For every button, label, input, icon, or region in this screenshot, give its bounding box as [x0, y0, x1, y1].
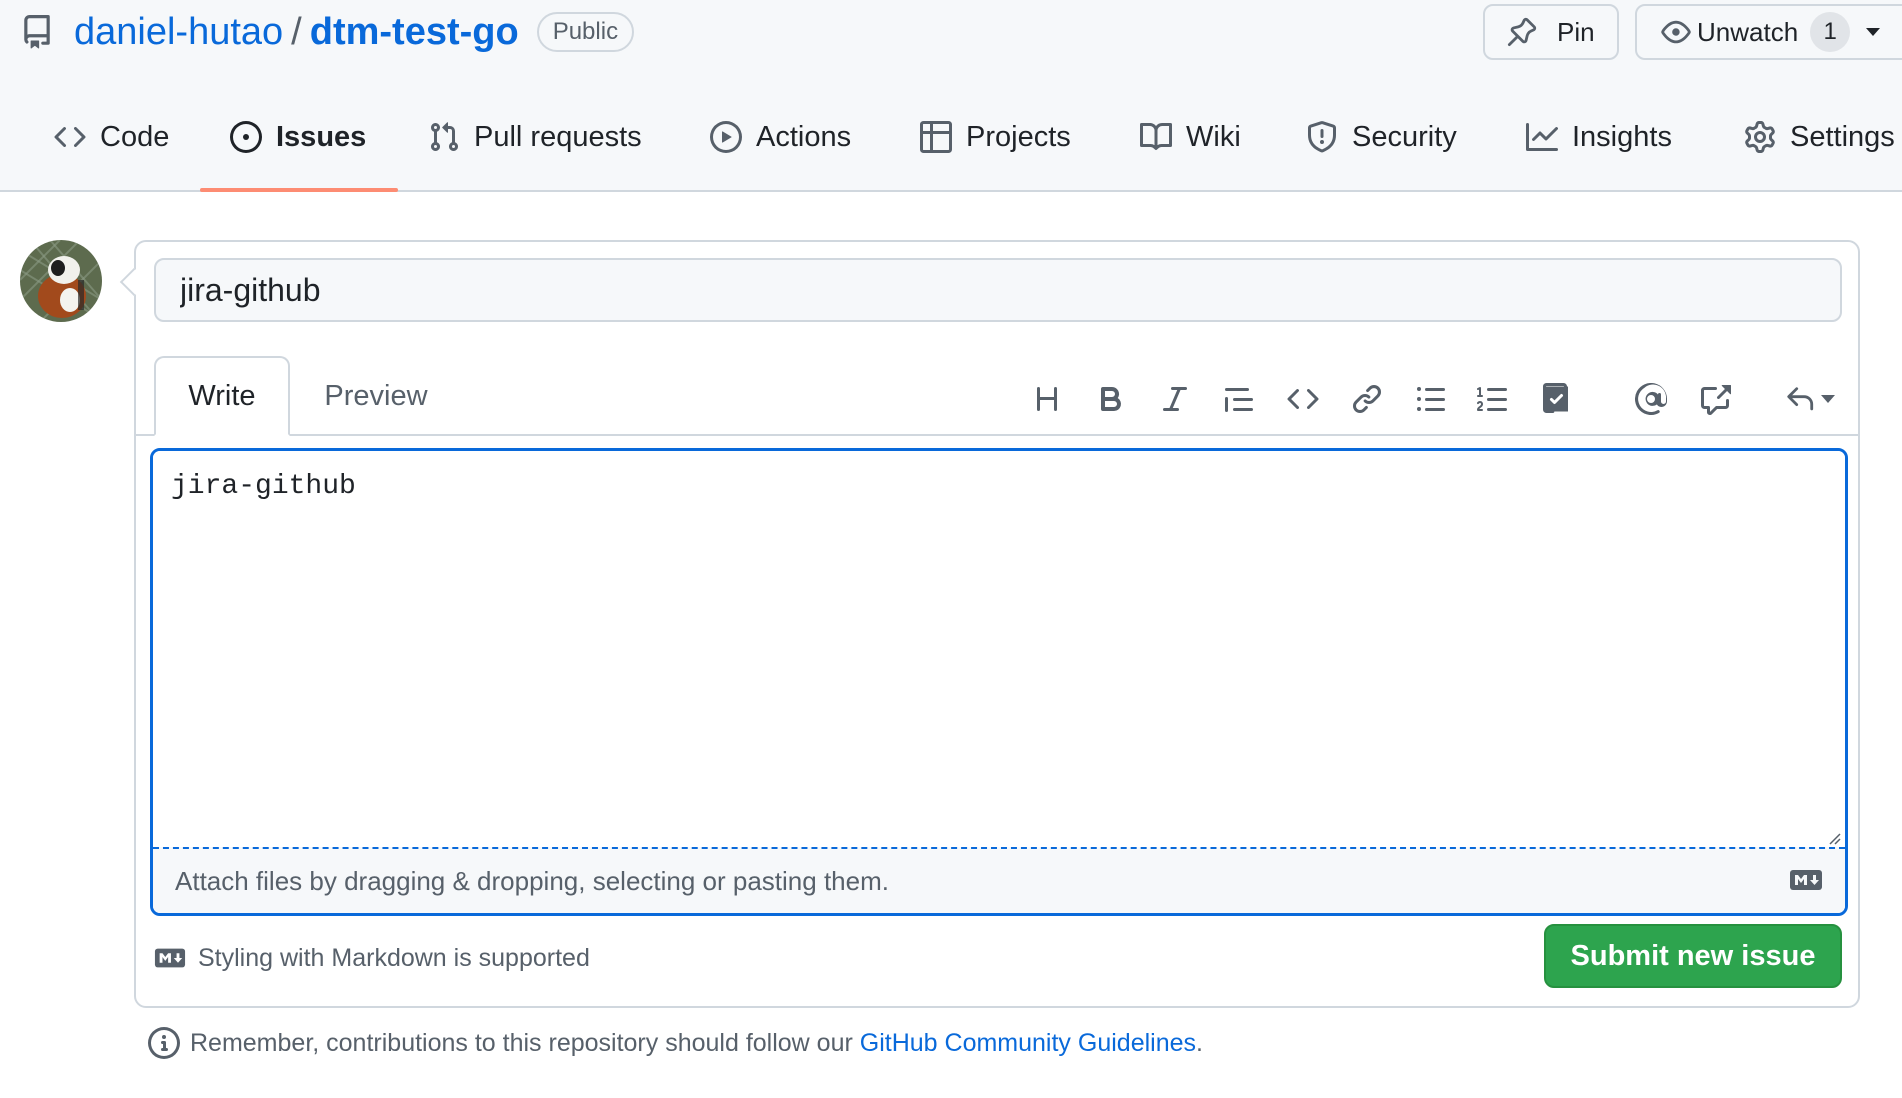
guidelines-suffix: . — [1196, 1028, 1203, 1057]
visibility-badge: Public — [536, 12, 635, 52]
repo-icon — [20, 15, 54, 49]
chevron-down-icon — [1821, 395, 1835, 403]
avatar[interactable] — [20, 240, 102, 322]
editor-header: Write Preview — [136, 354, 1858, 436]
markdown-icon — [154, 948, 186, 968]
community-guidelines-note: Remember, contributions to this reposito… — [148, 1024, 1203, 1062]
guidelines-prefix: Remember, contributions to this reposito… — [190, 1028, 860, 1057]
tab-label: Actions — [756, 121, 852, 153]
tab-label: Issues — [276, 121, 367, 153]
tab-security[interactable]: Security — [1306, 100, 1457, 192]
tab-code[interactable]: Code — [54, 100, 169, 192]
ordered-list-icon[interactable] — [1476, 382, 1510, 416]
submit-new-issue-button[interactable]: Submit new issue — [1544, 924, 1842, 988]
unordered-list-icon[interactable] — [1414, 382, 1448, 416]
tab-wiki[interactable]: Wiki — [1140, 100, 1241, 192]
tab-label: Security — [1352, 121, 1457, 153]
tab-label: Settings — [1790, 121, 1895, 153]
watch-count-badge: 1 — [1810, 12, 1851, 52]
issue-body-textarea[interactable]: jira-github — [153, 451, 1845, 847]
tab-write[interactable]: Write — [154, 356, 290, 436]
mention-icon[interactable] — [1634, 382, 1668, 416]
cross-reference-icon[interactable] — [1698, 382, 1732, 416]
tab-projects[interactable]: Projects — [920, 100, 1071, 192]
repo-title: daniel-hutao / dtm-test-go Public — [20, 4, 635, 60]
new-issue-form: Write Preview — [134, 240, 1860, 1008]
tab-pull-requests[interactable]: Pull requests — [428, 100, 642, 192]
markdown-support-note[interactable]: Styling with Markdown is supported — [154, 936, 590, 980]
attach-files-hint: Attach files by dragging & dropping, sel… — [175, 865, 889, 896]
repo-header: daniel-hutao / dtm-test-go Public Pin Un… — [0, 0, 1902, 192]
tab-settings[interactable]: Settings — [1744, 100, 1895, 192]
repo-name-link[interactable]: dtm-test-go — [310, 11, 519, 54]
repo-path-separator: / — [291, 10, 302, 53]
gear-icon — [1744, 121, 1776, 153]
code-icon — [54, 121, 86, 153]
tab-actions[interactable]: Actions — [710, 100, 851, 192]
quote-icon[interactable] — [1222, 382, 1256, 416]
issue-title-input[interactable] — [154, 258, 1842, 322]
tab-label: Projects — [966, 121, 1071, 153]
graph-icon — [1526, 121, 1558, 153]
community-guidelines-link[interactable]: GitHub Community Guidelines — [860, 1029, 1196, 1058]
shield-icon — [1306, 121, 1338, 153]
link-icon[interactable] — [1350, 382, 1384, 416]
chevron-down-icon[interactable] — [1866, 28, 1881, 36]
pin-label: Pin — [1557, 16, 1595, 47]
tab-insights[interactable]: Insights — [1526, 100, 1672, 192]
tab-label: Pull requests — [474, 121, 642, 153]
issue-opened-icon — [230, 121, 262, 153]
unwatch-label: Unwatch — [1697, 16, 1799, 47]
pin-button[interactable]: Pin — [1483, 4, 1619, 60]
markdown-icon — [1790, 870, 1822, 890]
form-footer: Styling with Markdown is supported Submi… — [136, 922, 1858, 998]
heading-icon[interactable] — [1030, 382, 1064, 416]
tab-issues[interactable]: Issues — [200, 100, 399, 192]
pin-icon — [1507, 17, 1537, 47]
tab-label: Code — [100, 121, 170, 153]
code-icon[interactable] — [1286, 382, 1320, 416]
repo-owner-link[interactable]: daniel-hutao — [74, 11, 283, 54]
attach-files-bar[interactable]: Attach files by dragging & dropping, sel… — [153, 847, 1845, 913]
git-pull-request-icon — [428, 121, 460, 153]
tab-preview[interactable]: Preview — [296, 356, 456, 436]
table-icon — [920, 121, 952, 153]
markdown-note-label: Styling with Markdown is supported — [198, 943, 590, 972]
issue-body-editor: jira-github Attach files by dragging & d… — [150, 448, 1848, 916]
tab-label: Wiki — [1186, 121, 1241, 153]
book-icon — [1140, 121, 1172, 153]
play-icon — [710, 121, 742, 153]
italic-icon[interactable] — [1158, 382, 1192, 416]
eye-icon — [1661, 17, 1691, 47]
reply-icon[interactable] — [1780, 382, 1840, 416]
tab-label: Insights — [1572, 121, 1672, 153]
unwatch-button[interactable]: Unwatch 1 — [1635, 4, 1902, 60]
info-icon — [148, 1027, 180, 1059]
resize-handle-icon[interactable] — [1827, 831, 1841, 845]
task-list-icon[interactable] — [1540, 382, 1574, 416]
bold-icon[interactable] — [1094, 382, 1128, 416]
